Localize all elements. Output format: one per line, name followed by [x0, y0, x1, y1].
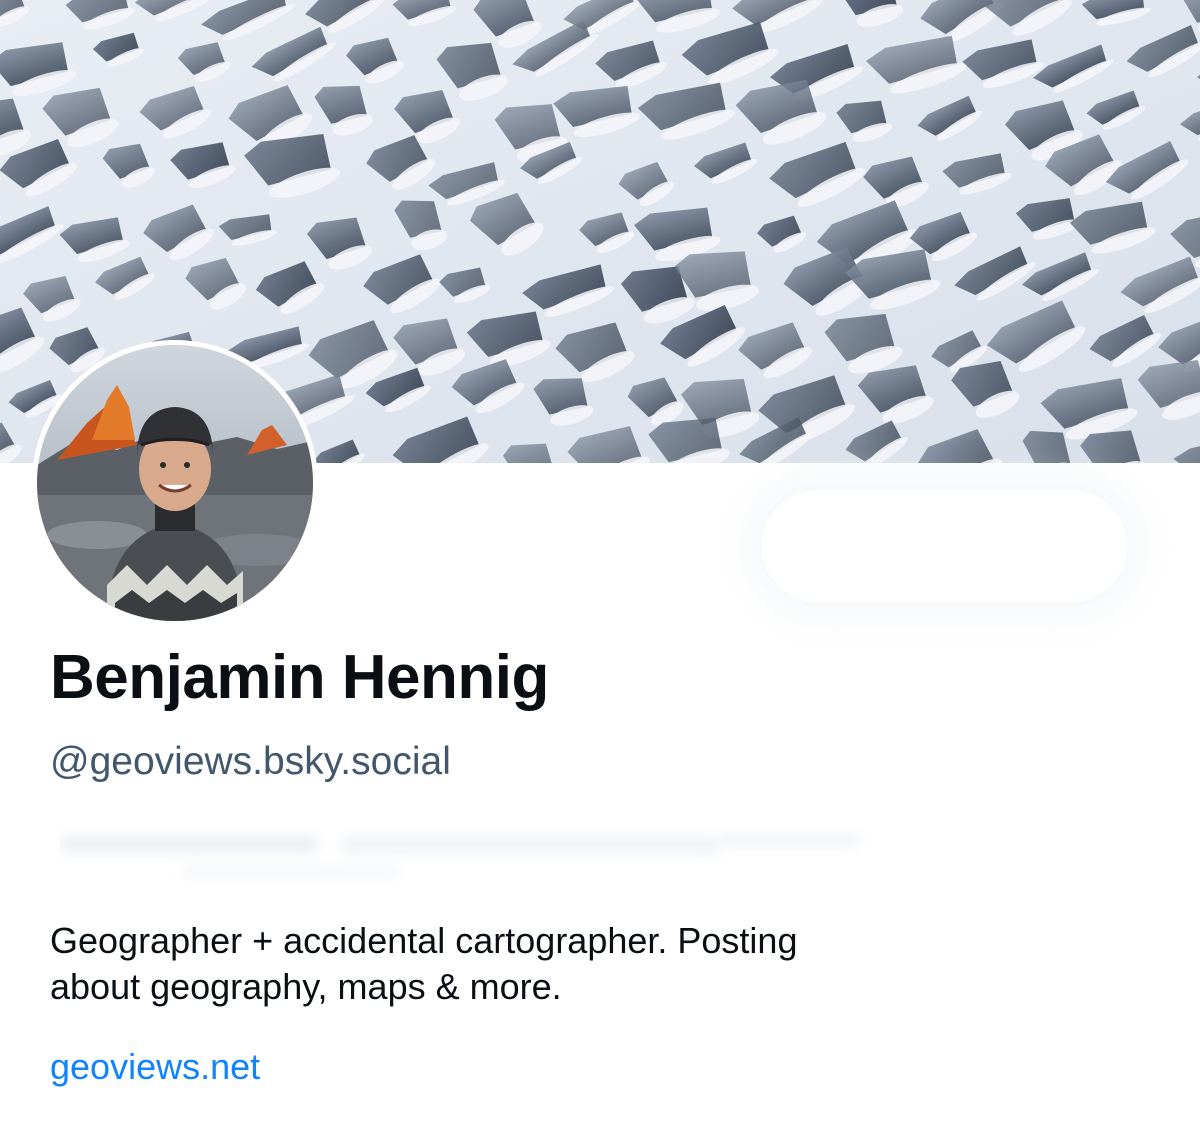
- profile-page: Benjamin Hennig @geoviews.bsky.social Ge…: [0, 0, 1200, 1148]
- avatar[interactable]: [32, 340, 318, 626]
- profile-handle[interactable]: @geoviews.bsky.social: [50, 740, 451, 784]
- profile-avatar-photo-icon: [37, 345, 313, 621]
- obscured-follow-button[interactable]: [762, 490, 1127, 602]
- bio-website-link[interactable]: geoviews.net: [50, 1046, 260, 1088]
- bio-line: Geographer + accidental cartographer. Po…: [50, 920, 798, 961]
- display-name: Benjamin Hennig: [50, 643, 549, 712]
- profile-bio: Geographer + accidental cartographer. Po…: [50, 918, 1150, 1010]
- obscured-stats-line: [60, 833, 860, 877]
- bio-line: about geography, maps & more.: [50, 966, 562, 1007]
